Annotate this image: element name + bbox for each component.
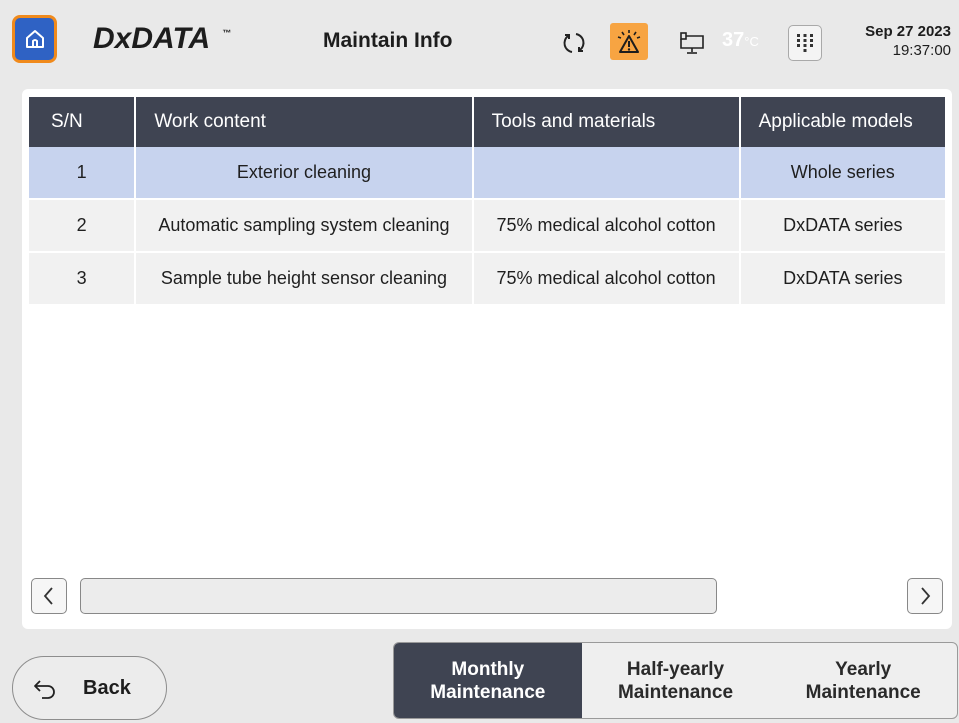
cell-models: Whole series	[739, 147, 945, 200]
top-bar: DxDATA ™ Maintain Info 37°C Sep 27 2023 …	[0, 0, 959, 84]
temperature-unit: °C	[744, 34, 759, 49]
cell-sn: 3	[29, 252, 137, 306]
date-text: Sep 27 2023	[865, 23, 951, 40]
maintenance-period-tabs: Monthly Maintenance Half-yearly Maintenanc…	[393, 642, 958, 719]
column-header-models: Applicable models	[739, 97, 945, 147]
back-arrow-icon	[34, 680, 55, 699]
table-row[interactable]: 2 Automatic sampling system cleaning 75%…	[29, 199, 945, 253]
scroll-right-button[interactable]	[907, 578, 943, 614]
table-row[interactable]: 1 Exterior cleaning Whole series	[29, 147, 945, 200]
cell-work-content: Automatic sampling system cleaning	[135, 199, 474, 253]
temperature-value: 37	[722, 29, 745, 51]
column-header-work-content: Work content	[135, 97, 474, 147]
cell-work-content: Exterior cleaning	[135, 147, 474, 200]
tab-label-line2: Maintenance	[617, 681, 734, 703]
datetime: Sep 27 2023 19:37:00	[865, 22, 951, 60]
page-title: Maintain Info	[323, 29, 453, 52]
app-logo: DxDATA	[93, 22, 211, 55]
home-button[interactable]	[12, 15, 57, 63]
cell-work-content: Sample tube height sensor cleaning	[135, 252, 474, 306]
keypad-button[interactable]	[788, 25, 822, 61]
tab-label-line1: Half-yearly	[626, 658, 725, 680]
chevron-left-icon	[43, 587, 53, 605]
tab-yearly-maintenance[interactable]: Yearly Maintenance	[769, 643, 957, 718]
cell-sn: 2	[29, 199, 137, 253]
cell-tools: 75% medical alcohol cotton	[472, 199, 741, 253]
tab-label-line1: Yearly	[835, 658, 892, 680]
alarm-button[interactable]	[610, 23, 648, 60]
cell-tools: 75% medical alcohol cotton	[472, 252, 741, 306]
keypad-icon	[797, 34, 813, 52]
maintenance-panel: S/N Work content Tools and materials App…	[22, 89, 952, 629]
time-text: 19:37:00	[892, 42, 951, 59]
table-row[interactable]: 3 Sample tube height sensor cleaning 75%…	[29, 252, 945, 306]
column-header-tools: Tools and materials	[472, 97, 741, 147]
logo-trademark: ™	[222, 28, 231, 38]
tab-monthly-maintenance[interactable]: Monthly Maintenance	[394, 643, 582, 718]
computer-icon[interactable]	[677, 28, 707, 58]
maintenance-table: S/N Work content Tools and materials App…	[29, 97, 945, 306]
back-button[interactable]: Back	[12, 656, 167, 720]
chevron-right-icon	[921, 587, 931, 605]
horizontal-scrollbar[interactable]	[80, 578, 717, 614]
sync-icon[interactable]	[559, 28, 589, 58]
scroll-left-button[interactable]	[31, 578, 67, 614]
cell-models: DxDATA series	[739, 252, 945, 306]
column-header-sn: S/N	[29, 97, 137, 147]
table-header-row: S/N Work content Tools and materials App…	[29, 97, 945, 147]
tab-label-line2: Maintenance	[805, 681, 921, 703]
home-icon	[25, 30, 44, 48]
temperature-readout: 37°C	[722, 29, 759, 52]
tab-label-line2: Maintenance	[430, 681, 546, 703]
back-label: Back	[83, 677, 131, 699]
cell-sn: 1	[29, 147, 137, 200]
cell-tools	[472, 147, 741, 200]
cell-models: DxDATA series	[739, 199, 945, 253]
tab-half-yearly-maintenance[interactable]: Half-yearly Maintenance	[582, 643, 770, 718]
alarm-warning-icon	[617, 29, 641, 53]
tab-label-line1: Monthly	[451, 658, 525, 680]
